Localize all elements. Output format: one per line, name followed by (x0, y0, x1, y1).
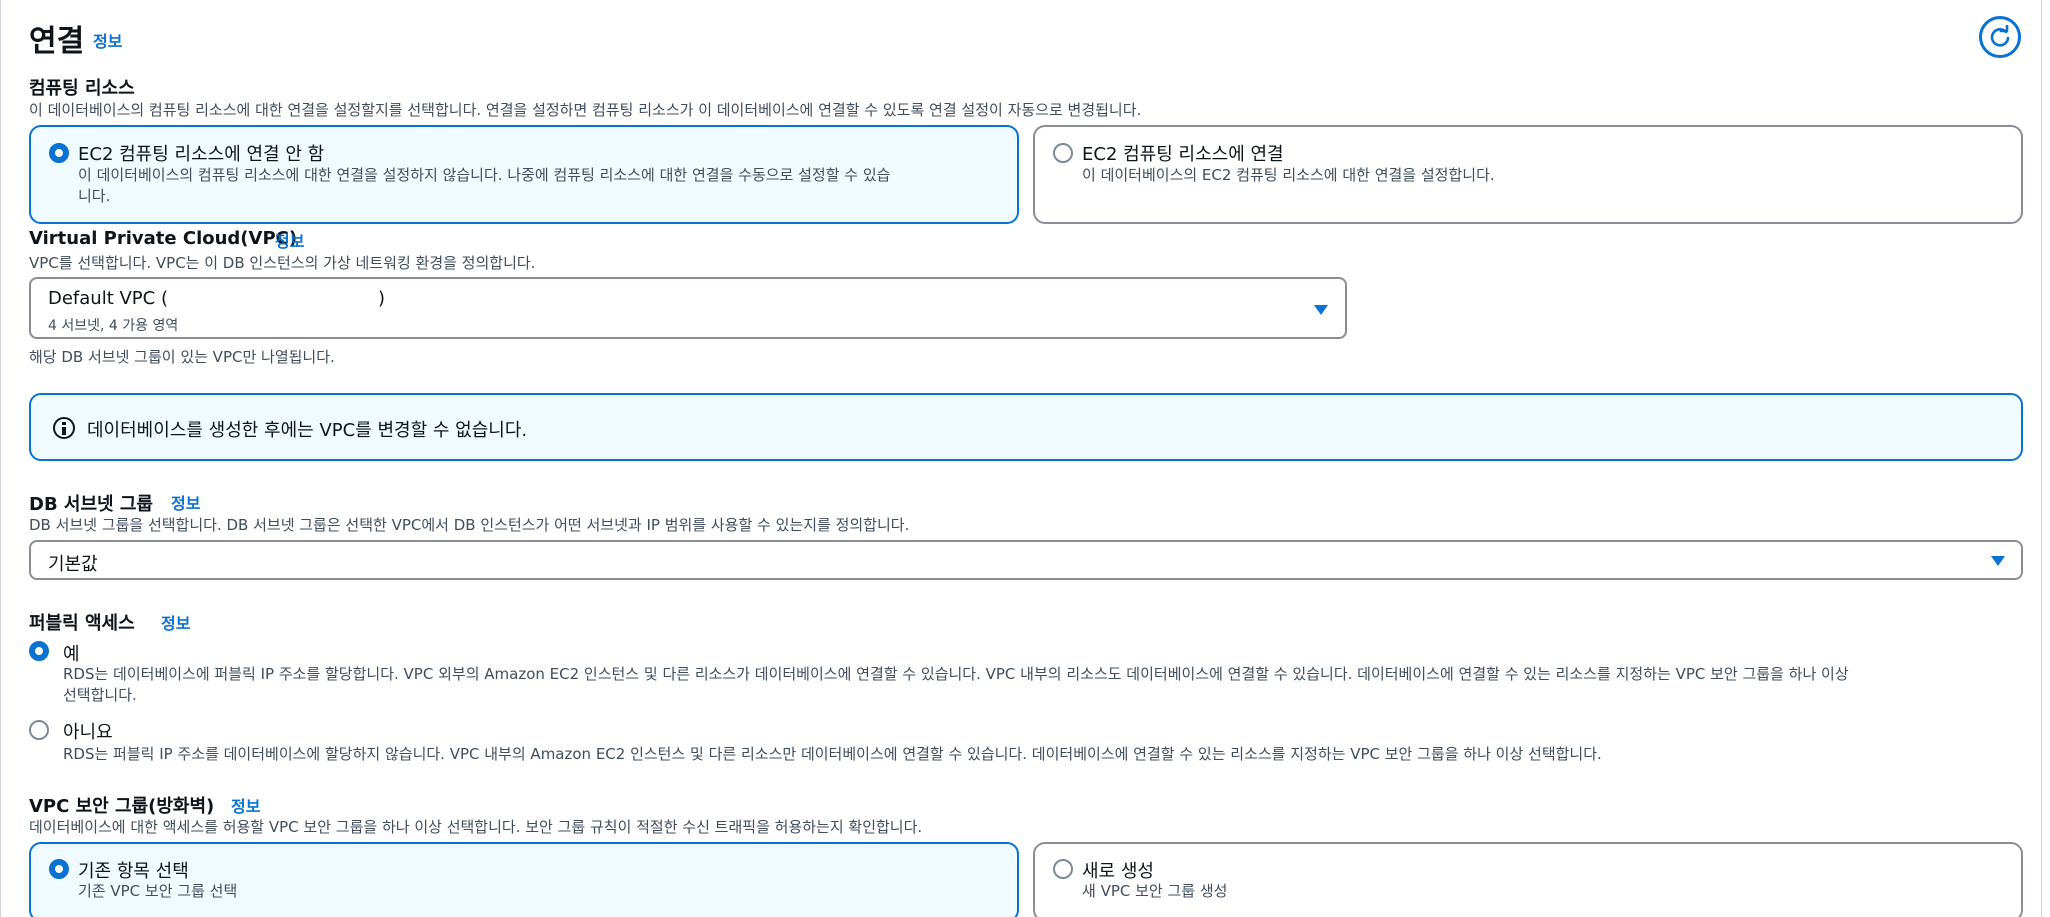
vpc-label: Virtual Private Cloud(VPC) (29, 228, 298, 249)
option-description: 이 데이터베이스의 EC2 컴퓨팅 리소스에 대한 연결을 설정합니다. (1082, 166, 1495, 184)
option-title: 기존 항목 선택 (78, 861, 189, 882)
compute-description: 이 데이터베이스의 컴퓨팅 리소스에 대한 연결을 설정할지를 선택합니다. 연… (29, 101, 1142, 119)
vpc-selected-value: Default VPC () (48, 288, 386, 309)
subnet-description: DB 서브넷 그룹을 선택합니다. DB 서브넷 그룹은 선택한 VPC에서 D… (29, 516, 910, 534)
vpc-select[interactable]: Default VPC () 4 서브넷, 4 가용 영역 (29, 277, 1347, 339)
section-info-link[interactable]: 정보 (93, 28, 122, 52)
radio-connect[interactable] (1053, 143, 1073, 163)
vpc-description: VPC를 선택합니다. VPC는 이 DB 인스턴스의 가상 네트워킹 환경을 … (29, 254, 536, 272)
radio-no-connect[interactable] (49, 143, 69, 163)
radio-sg-existing[interactable] (49, 859, 69, 879)
compute-label: 컴퓨팅 리소스 (29, 78, 135, 99)
subnet-label: DB 서브넷 그룹 (29, 494, 153, 515)
compute-option-no-connect[interactable]: EC2 컴퓨팅 리소스에 연결 안 함 이 데이터베이스의 컴퓨팅 리소스에 대… (29, 125, 1019, 224)
vpc-hint: 해당 DB 서브넷 그룹이 있는 VPC만 나열됩니다. (29, 348, 335, 366)
option-description: 기존 VPC 보안 그룹 선택 (78, 882, 238, 900)
subnet-select[interactable]: 기본값 (29, 540, 2023, 580)
vpc-info-link[interactable]: 정보 (275, 228, 304, 252)
public-access-info-link[interactable]: 정보 (161, 610, 190, 634)
option-title: 새로 생성 (1082, 861, 1154, 882)
subnet-info-link[interactable]: 정보 (171, 490, 200, 514)
public-access-label: 퍼블릭 액세스 (29, 613, 135, 634)
option-description: 새 VPC 보안 그룹 생성 (1082, 882, 1228, 900)
refresh-icon (1990, 25, 2010, 47)
security-group-description: 데이터베이스에 대한 액세스를 허용할 VPC 보안 그룹을 하나 이상 선택합… (29, 818, 923, 836)
info-circle-icon (53, 417, 75, 439)
compute-option-connect[interactable]: EC2 컴퓨팅 리소스에 연결 이 데이터베이스의 EC2 컴퓨팅 리소스에 대… (1033, 125, 2023, 224)
option-description: 이 데이터베이스의 컴퓨팅 리소스에 대한 연결을 설정하지 않습니다. 나중에… (78, 166, 891, 205)
sg-option-new[interactable]: 새로 생성 새 VPC 보안 그룹 생성 (1033, 842, 2023, 917)
radio-public-yes[interactable] (29, 641, 49, 661)
radio-public-no[interactable] (29, 720, 49, 740)
option-title: EC2 컴퓨팅 리소스에 연결 (1082, 144, 1284, 165)
section-title: 연결 (29, 24, 85, 59)
public-yes-label[interactable]: 예 (63, 640, 80, 666)
caret-down-icon (1991, 556, 2005, 566)
caret-down-icon (1314, 305, 1328, 315)
public-no-description: RDS는 퍼블릭 IP 주소를 데이터베이스에 할당하지 않습니다. VPC 내… (63, 745, 1602, 763)
public-yes-description: RDS는 데이터베이스에 퍼블릭 IP 주소를 할당합니다. VPC 외부의 A… (63, 665, 1849, 704)
security-group-label: VPC 보안 그룹(방화벽) (29, 796, 215, 817)
vpc-info-alert: 데이터베이스를 생성한 후에는 VPC를 변경할 수 없습니다. (29, 393, 2023, 461)
subnet-selected-value: 기본값 (48, 554, 98, 575)
alert-text: 데이터베이스를 생성한 후에는 VPC를 변경할 수 없습니다. (87, 420, 528, 441)
security-group-info-link[interactable]: 정보 (231, 793, 260, 817)
vpc-selected-subtext: 4 서브넷, 4 가용 영역 (48, 318, 179, 334)
option-title: EC2 컴퓨팅 리소스에 연결 안 함 (78, 144, 325, 165)
refresh-button[interactable] (1979, 16, 2021, 58)
radio-sg-new[interactable] (1053, 859, 1073, 879)
connectivity-panel: 연결 정보 컴퓨팅 리소스 이 데이터베이스의 컴퓨팅 리소스에 대한 연결을 … (0, 0, 2042, 917)
sg-option-existing[interactable]: 기존 항목 선택 기존 VPC 보안 그룹 선택 (29, 842, 1019, 917)
public-no-label[interactable]: 아니요 (63, 718, 113, 744)
